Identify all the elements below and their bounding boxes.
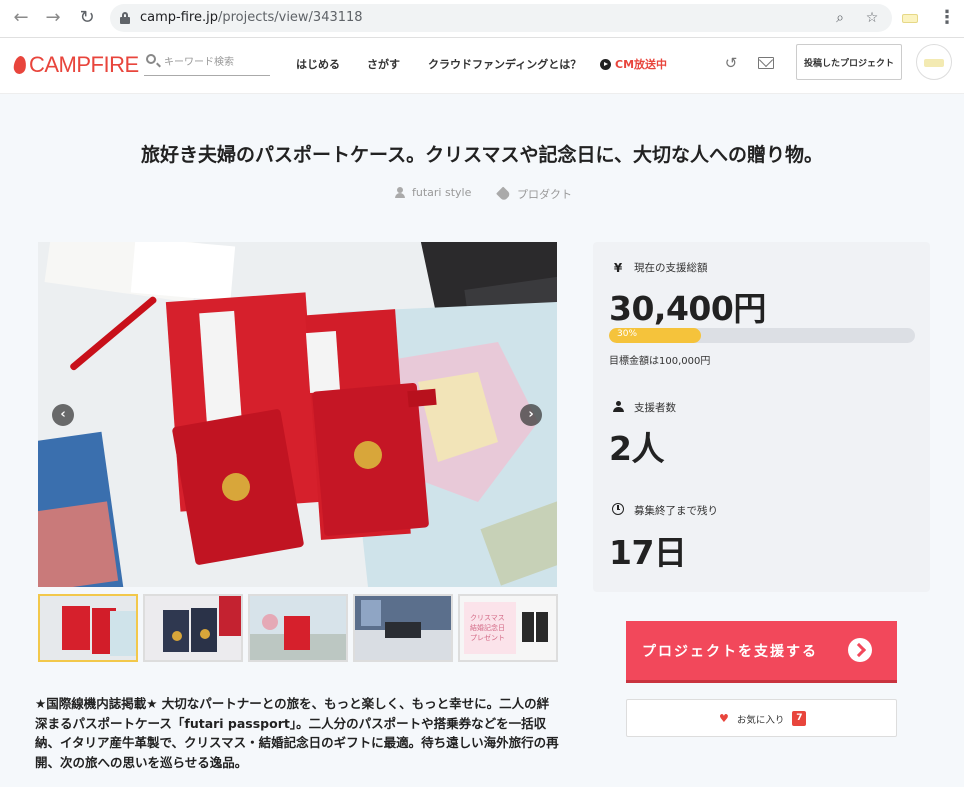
thumbnail-1[interactable] (38, 594, 138, 662)
flame-icon (12, 55, 28, 75)
prev-image-button[interactable]: ‹ (52, 404, 74, 426)
project-owner[interactable]: futari style (395, 186, 471, 199)
project-title: 旅好き夫婦のパスポートケース。クリスマスや記念日に、大切な人への贈り物。 (141, 144, 823, 166)
favorite-count-badge: 7 (792, 711, 807, 726)
stats-panel: ¥ 現在の支援総額 30,400円 30% 目標金額は100,000円 支援者数… (593, 242, 930, 592)
total-value: 30,400円 (609, 289, 766, 328)
yen-icon: ¥ (613, 260, 623, 275)
backers-value: 2人 (609, 429, 664, 468)
nav-start[interactable]: はじめる (296, 56, 340, 72)
site-header: CAMPFIRE はじめる さがす クラウドファンディングとは？ CM放送中 ↺… (0, 38, 964, 94)
zoom-icon[interactable]: ⌕ (830, 8, 850, 28)
main-project-image: ‹ › (38, 242, 557, 587)
progress-percent: 30% (617, 329, 638, 339)
thumbnail-text-1: クリスマス (470, 614, 505, 622)
backers-label: 支援者数 (611, 400, 676, 415)
play-icon (600, 58, 611, 70)
browser-toolbar: ← → ↻ camp-fire.jp/projects/view/343118 … (0, 0, 964, 38)
campfire-logo[interactable]: CAMPFIRE (12, 52, 139, 78)
avatar[interactable] (916, 44, 952, 80)
goal-amount: 目標金額は100,000円 (609, 356, 711, 367)
cm-link[interactable]: CM放送中 (600, 56, 667, 72)
project-description: ★国際線機内誌掲載★ 大切なパートナーとの旅を、もっと楽しく、もっと幸せに。二人… (35, 696, 559, 770)
lock-icon (120, 12, 130, 24)
search-input[interactable] (164, 53, 268, 71)
favorite-label: お気に入り (736, 714, 785, 726)
thumbnail-strip: クリスマス 結婚記念日 プレゼント (38, 594, 558, 662)
search-box[interactable] (144, 50, 270, 76)
thumbnail-text-3: プレゼント (470, 633, 505, 642)
tag-icon (496, 186, 511, 202)
nav-about[interactable]: クラウドファンディングとは？ (428, 56, 581, 72)
thumbnail-text-2: 結婚記念日 (470, 623, 505, 632)
address-bar[interactable]: camp-fire.jp/projects/view/343118 ⌕ ☆ (110, 4, 892, 32)
support-project-button[interactable]: プロジェクトを支援する (626, 621, 897, 683)
thumbnail-2[interactable] (143, 594, 243, 662)
mail-icon[interactable] (758, 57, 774, 69)
remaining-label: 募集終了まで残り (611, 503, 718, 518)
back-arrow-icon[interactable]: ← (10, 7, 32, 29)
user-icon (612, 400, 624, 412)
forward-arrow-icon[interactable]: → (42, 7, 64, 29)
clock-icon (612, 503, 624, 515)
total-label: ¥ 現在の支援総額 (611, 260, 708, 275)
user-icon (395, 187, 405, 198)
project-category[interactable]: プロダクト (496, 186, 572, 202)
extension-icon[interactable] (902, 14, 918, 23)
remaining-value: 17日 (609, 533, 687, 572)
my-projects-button[interactable]: 投稿したプロジェクト (796, 44, 902, 80)
funding-progress-bar: 30% (609, 328, 915, 343)
history-icon[interactable]: ↺ (722, 54, 740, 72)
thumbnail-3[interactable] (248, 594, 348, 662)
star-icon[interactable]: ☆ (862, 8, 882, 28)
url-text: camp-fire.jp/projects/view/343118 (140, 10, 363, 25)
heart-icon: ♥ (719, 712, 729, 725)
browser-menu-icon[interactable]: ⋮ (938, 7, 956, 29)
thumbnail-5[interactable]: クリスマス 結婚記念日 プレゼント (458, 594, 558, 662)
chevron-right-icon (848, 638, 872, 662)
nav-search[interactable]: さがす (367, 56, 400, 72)
thumbnail-4[interactable] (353, 594, 453, 662)
reload-icon[interactable]: ↻ (76, 7, 98, 29)
next-image-button[interactable]: › (520, 404, 542, 426)
passport-case-photo (38, 242, 557, 587)
support-button-label: プロジェクトを支援する (642, 643, 818, 660)
favorite-button[interactable]: ♥ お気に入り 7 (626, 699, 897, 737)
progress-fill: 30% (609, 328, 701, 343)
search-icon (146, 54, 156, 64)
